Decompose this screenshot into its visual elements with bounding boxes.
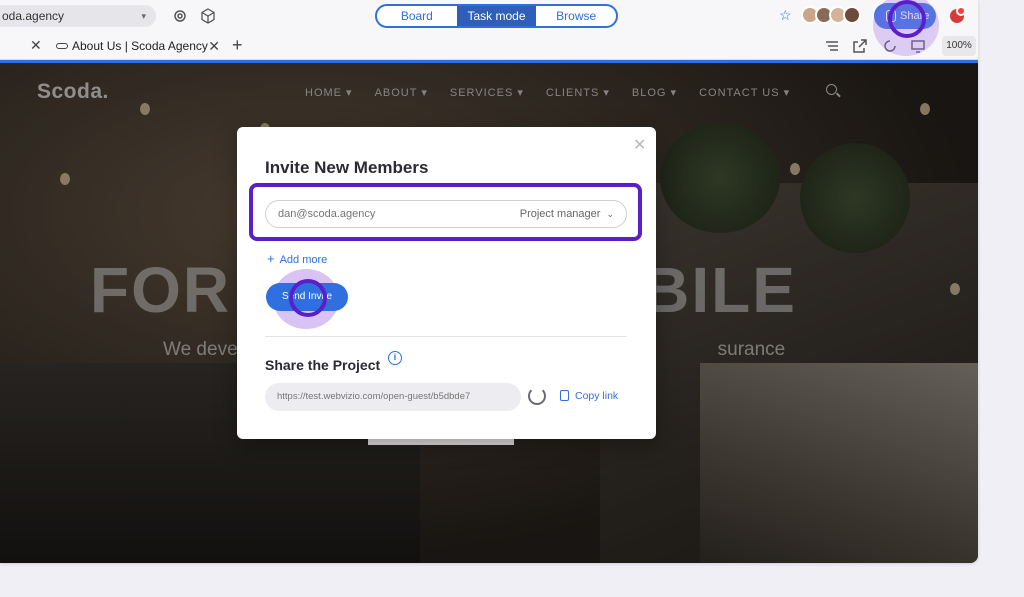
- chevron-down-icon: ▾: [141, 11, 146, 21]
- copy-link-label: Copy link: [575, 390, 619, 402]
- info-icon[interactable]: i: [388, 351, 402, 365]
- close-icon[interactable]: ✕: [30, 37, 42, 54]
- divider: [265, 336, 627, 337]
- tab-label: About Us | Scoda Agency: [72, 39, 208, 53]
- link-icon: [56, 43, 68, 49]
- tab-about-us[interactable]: About Us | Scoda Agency ✕: [52, 32, 228, 60]
- gear-icon[interactable]: [172, 8, 188, 24]
- new-tab-icon[interactable]: +: [232, 35, 243, 56]
- add-more-button[interactable]: + Add more: [267, 251, 327, 266]
- star-icon[interactable]: ☆: [779, 7, 792, 24]
- mode-task[interactable]: Task mode: [456, 6, 537, 26]
- zoom-level[interactable]: 100%: [942, 36, 976, 56]
- refresh-icon[interactable]: [528, 387, 546, 405]
- copy-link-button[interactable]: Copy link: [560, 390, 618, 402]
- share-title: Share the Project: [265, 357, 381, 373]
- close-icon[interactable]: ✕: [633, 135, 646, 155]
- avatar: [843, 6, 861, 24]
- invite-row: Project manager ⌄: [265, 200, 627, 228]
- url-text: oda.agency: [2, 9, 65, 23]
- tab-bar: ✕ About Us | Scoda Agency ✕ + 100%: [0, 32, 978, 60]
- invite-modal: ✕ Invite New Members Project manager ⌄ + A…: [237, 127, 656, 439]
- cube-icon[interactable]: [200, 8, 216, 24]
- app-window: oda.agency ▾ Board Task mode Browse ☆ Sh…: [0, 0, 978, 563]
- copy-icon: [560, 390, 569, 401]
- close-icon[interactable]: ✕: [208, 32, 220, 60]
- modal-title: Invite New Members: [265, 158, 429, 177]
- share-link-field[interactable]: https://test.webvizio.com/open-guest/b5d…: [265, 383, 521, 411]
- mode-switcher: Board Task mode Browse: [375, 4, 618, 28]
- add-more-label: Add more: [279, 254, 328, 266]
- member-avatars[interactable]: [801, 6, 861, 24]
- url-selector[interactable]: oda.agency ▾: [0, 5, 156, 27]
- email-field[interactable]: [278, 201, 498, 227]
- notification-badge: [956, 6, 966, 16]
- click-indicator: [888, 0, 926, 38]
- mode-browse[interactable]: Browse: [536, 6, 616, 26]
- top-toolbar: oda.agency ▾ Board Task mode Browse ☆ Sh…: [0, 0, 978, 32]
- role-label: Project manager: [519, 208, 601, 220]
- external-link-icon[interactable]: [852, 38, 868, 54]
- click-indicator: [289, 279, 327, 317]
- mode-board[interactable]: Board: [377, 6, 457, 26]
- role-select[interactable]: Project manager ⌄: [520, 201, 614, 227]
- chevron-down-icon: ⌄: [606, 209, 614, 219]
- plus-icon: +: [267, 251, 275, 266]
- list-icon[interactable]: [824, 38, 840, 54]
